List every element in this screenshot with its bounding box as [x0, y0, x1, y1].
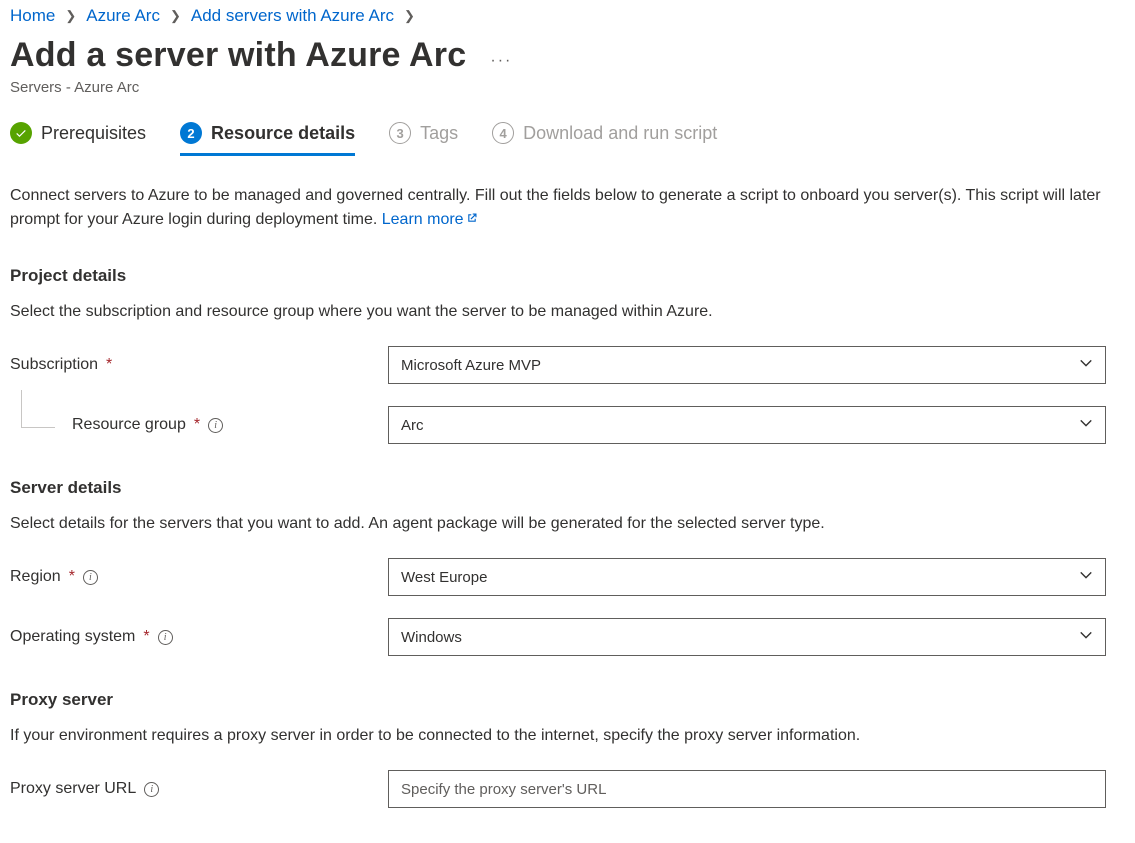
step-label: Download and run script	[523, 123, 717, 144]
info-icon[interactable]: i	[83, 570, 98, 585]
step-label: Tags	[420, 123, 458, 144]
intro-text: Connect servers to Azure to be managed a…	[10, 184, 1105, 232]
page-title: Add a server with Azure Arc	[10, 36, 466, 75]
indent-line	[21, 390, 55, 428]
step-prerequisites[interactable]: Prerequisites	[10, 122, 146, 154]
required-indicator: *	[106, 356, 112, 374]
required-indicator: *	[194, 416, 200, 434]
os-value: Windows	[401, 629, 462, 646]
step-number-icon: 4	[492, 122, 514, 144]
breadcrumb-azure-arc[interactable]: Azure Arc	[86, 6, 160, 26]
resource-group-label: Resource group * i	[10, 416, 388, 434]
required-indicator: *	[69, 568, 75, 586]
breadcrumb-add-servers[interactable]: Add servers with Azure Arc	[191, 6, 394, 26]
step-number-icon: 3	[389, 122, 411, 144]
section-desc-server: Select details for the servers that you …	[10, 512, 1125, 536]
region-select[interactable]: West Europe	[388, 558, 1106, 596]
page-subtitle: Servers - Azure Arc	[10, 79, 1125, 96]
section-desc-proxy: If your environment requires a proxy ser…	[10, 724, 1125, 748]
more-actions-button[interactable]: ···	[490, 42, 512, 70]
chevron-right-icon: ❯	[170, 8, 181, 24]
chevron-down-icon	[1079, 568, 1093, 586]
step-download-script[interactable]: 4 Download and run script	[492, 122, 717, 154]
chevron-down-icon	[1079, 628, 1093, 646]
info-icon[interactable]: i	[144, 782, 159, 797]
region-value: West Europe	[401, 569, 487, 586]
proxy-url-input[interactable]	[401, 781, 1093, 798]
subscription-select[interactable]: Microsoft Azure MVP	[388, 346, 1106, 384]
chevron-right-icon: ❯	[65, 8, 76, 24]
section-desc-project: Select the subscription and resource gro…	[10, 300, 1125, 324]
resource-group-value: Arc	[401, 417, 424, 434]
chevron-down-icon	[1079, 356, 1093, 374]
section-title-project: Project details	[10, 266, 1125, 286]
os-label: Operating system * i	[10, 628, 388, 646]
checkmark-icon	[10, 122, 32, 144]
subscription-label: Subscription *	[10, 356, 388, 374]
section-title-proxy: Proxy server	[10, 690, 1125, 710]
proxy-url-label: Proxy server URL i	[10, 780, 388, 798]
required-indicator: *	[143, 628, 149, 646]
steps-nav: Prerequisites 2 Resource details 3 Tags …	[10, 122, 1125, 154]
info-icon[interactable]: i	[208, 418, 223, 433]
chevron-right-icon: ❯	[404, 8, 415, 24]
step-label: Prerequisites	[41, 123, 146, 144]
section-title-server: Server details	[10, 478, 1125, 498]
region-label: Region * i	[10, 568, 388, 586]
resource-group-select[interactable]: Arc	[388, 406, 1106, 444]
subscription-value: Microsoft Azure MVP	[401, 357, 541, 374]
step-resource-details[interactable]: 2 Resource details	[180, 122, 355, 154]
step-number-icon: 2	[180, 122, 202, 144]
breadcrumb: Home ❯ Azure Arc ❯ Add servers with Azur…	[10, 6, 1125, 36]
step-label: Resource details	[211, 123, 355, 144]
chevron-down-icon	[1079, 416, 1093, 434]
proxy-url-field-container	[388, 770, 1106, 808]
info-icon[interactable]: i	[158, 630, 173, 645]
step-tags[interactable]: 3 Tags	[389, 122, 458, 154]
os-select[interactable]: Windows	[388, 618, 1106, 656]
breadcrumb-home[interactable]: Home	[10, 6, 55, 26]
external-link-icon	[466, 212, 478, 224]
learn-more-link[interactable]: Learn more	[382, 211, 478, 228]
